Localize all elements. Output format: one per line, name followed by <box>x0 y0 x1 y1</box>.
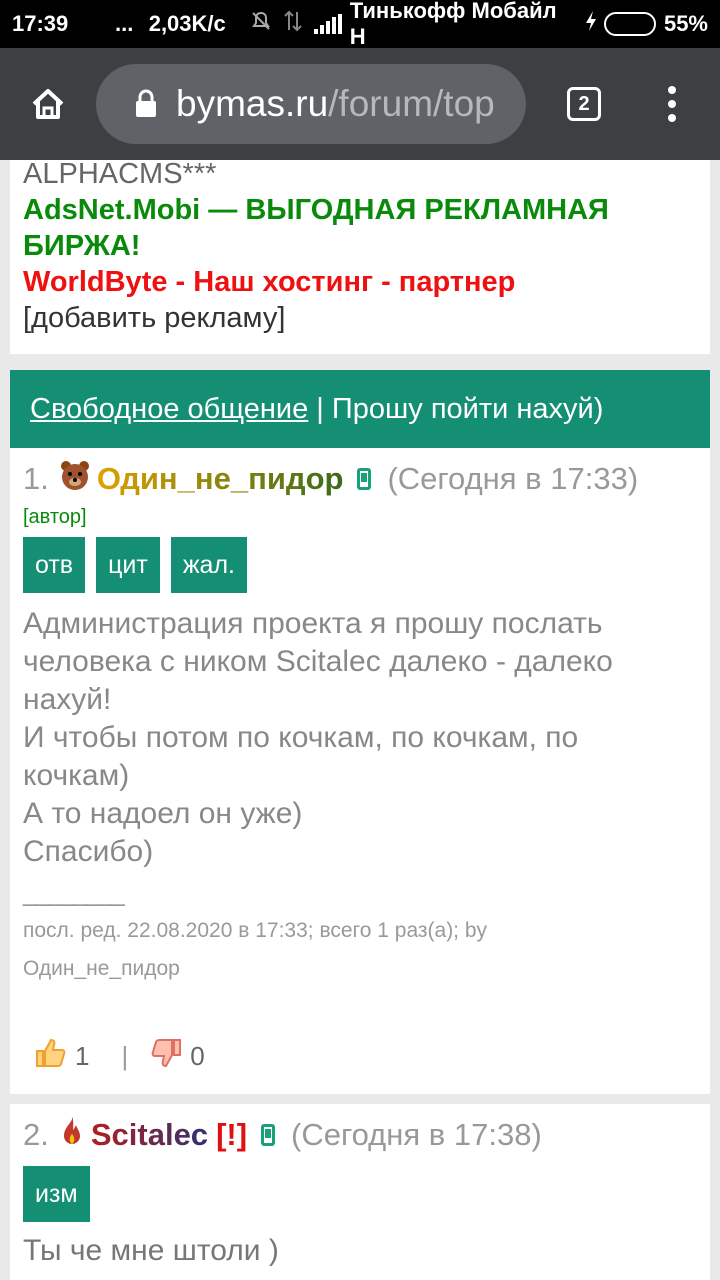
status-speed: 2,03K/c <box>148 11 226 36</box>
reply-button[interactable]: отв <box>23 537 86 593</box>
post-1: 1. Один_не_пидор (Сегодня в 17:33) [авто… <box>10 448 710 1094</box>
menu-icon <box>668 86 676 94</box>
post-text-line: Ты че мне штоли ) <box>23 1234 279 1267</box>
bear-avatar-icon <box>59 459 91 499</box>
ads-block: ALPHACMS*** AdsNet.Mobi — ВЫГОДНАЯ РЕКЛА… <box>10 160 710 354</box>
charging-icon <box>584 10 598 38</box>
user-mark: [!] <box>216 1117 248 1152</box>
mute-icon <box>250 10 272 38</box>
edit-button[interactable]: изм <box>23 1166 90 1222</box>
quote-button[interactable]: цит <box>96 537 160 593</box>
topic-title: Прошу пойти нахуй) <box>331 392 604 425</box>
post-header: 1. Один_не_пидор (Сегодня в 17:33) <box>23 458 697 500</box>
edit-info-line: посл. ред. 22.08.2020 в 17:33; всего 1 р… <box>23 919 488 942</box>
data-transfer-icon <box>284 10 302 38</box>
post-text-line: нахуй! <box>23 683 112 716</box>
browser-toolbar: bymas.ru/forum/top 2 <box>0 48 720 160</box>
url-bar[interactable]: bymas.ru/forum/top <box>96 64 526 144</box>
post-text-line: человека с ником Scitalec далеко - далек… <box>23 645 613 678</box>
post-text-line: кочкам) <box>23 759 130 792</box>
phone-icon <box>357 468 372 490</box>
status-battery-pct: 55% <box>663 11 708 36</box>
post-text: Ты че мне штоли ) <box>23 1232 697 1270</box>
post-header: 2. Scitalec [!] (Сегодня в 17:38) <box>23 1114 697 1156</box>
flame-avatar-icon <box>59 1114 85 1156</box>
post-number: 1. <box>23 461 49 496</box>
status-bar: 17:39 ... 2,03K/c Тинькофф Мобайл Н 55% <box>0 0 720 49</box>
ad-link-worldbyte[interactable]: WorldByte - Наш хостинг - партнер <box>23 264 697 300</box>
post-author-nick[interactable]: Scitalec <box>91 1117 208 1153</box>
tabs-button[interactable]: 2 <box>526 87 642 121</box>
complain-button[interactable]: жал. <box>170 537 247 593</box>
status-time: 17:39 <box>12 11 69 36</box>
post-author-nick[interactable]: Один_не_пидор <box>97 461 344 497</box>
tabs-icon: 2 <box>567 87 601 121</box>
post-votes: 1 | 0 <box>23 1038 697 1075</box>
votes-separator: | <box>121 1041 129 1071</box>
author-tag: [автор] <box>23 506 87 528</box>
ad-adsnet-line2: БИРЖА! <box>23 230 141 262</box>
post-time: (Сегодня в 17:38) <box>291 1117 542 1152</box>
post-text-line: И чтобы потом по кочкам, по кочкам, по <box>23 721 579 754</box>
post-text: Администрация проекта я прошу послать че… <box>23 605 697 871</box>
edit-info: посл. ред. 22.08.2020 в 17:33; всего 1 р… <box>23 912 697 988</box>
ad-link-alphacms[interactable]: ALPHACMS*** <box>23 160 697 192</box>
url-path: /forum/top <box>328 83 495 124</box>
menu-button[interactable] <box>642 86 702 122</box>
phone-icon <box>261 1124 276 1146</box>
home-button[interactable] <box>0 48 96 160</box>
thumbs-down-icon[interactable] <box>150 1038 182 1075</box>
post-number: 2. <box>23 1117 49 1152</box>
dislikes-count: 0 <box>190 1041 205 1071</box>
signal-icon <box>313 14 342 34</box>
post-text-line: Администрация проекта я прошу послать <box>23 607 603 640</box>
ad-link-adsnet[interactable]: AdsNet.Mobi — ВЫГОДНАЯ РЕКЛАМНАЯ БИРЖА! <box>23 192 697 264</box>
page-content: ALPHACMS*** AdsNet.Mobi — ВЫГОДНАЯ РЕКЛА… <box>0 160 720 1280</box>
lock-icon <box>136 89 156 117</box>
url-domain: bymas.ru <box>176 83 329 124</box>
post-2: 2. Scitalec [!] (Сегодня в 17:38) изм Ты… <box>10 1104 710 1280</box>
post-text-line: Спасибо) <box>23 835 154 868</box>
post-time: (Сегодня в 17:33) <box>387 461 639 496</box>
status-carrier: Тинькофф Мобайл Н <box>349 0 557 49</box>
thumbs-up-icon[interactable] <box>35 1038 67 1075</box>
section-link[interactable]: Свободное общение <box>30 393 308 426</box>
likes-count: 1 <box>75 1041 90 1071</box>
battery-icon <box>604 12 656 36</box>
signature-separator: ________ <box>23 877 125 907</box>
status-dots: ... <box>115 11 134 36</box>
post-text-line: А то надоел он уже) <box>23 797 303 830</box>
edit-info-author: Один_не_пидор <box>23 957 180 980</box>
breadcrumb-separator: | <box>308 392 332 425</box>
add-ad-link[interactable]: [добавить рекламу] <box>23 300 697 336</box>
topic-header: Свободное общение | Прошу пойти нахуй) <box>10 370 710 448</box>
post-actions: изм <box>23 1166 697 1222</box>
post-actions: отв цит жал. <box>23 537 697 593</box>
ad-adsnet-line1: AdsNet.Mobi — ВЫГОДНАЯ РЕКЛАМНАЯ <box>23 194 609 226</box>
home-icon <box>32 89 64 119</box>
